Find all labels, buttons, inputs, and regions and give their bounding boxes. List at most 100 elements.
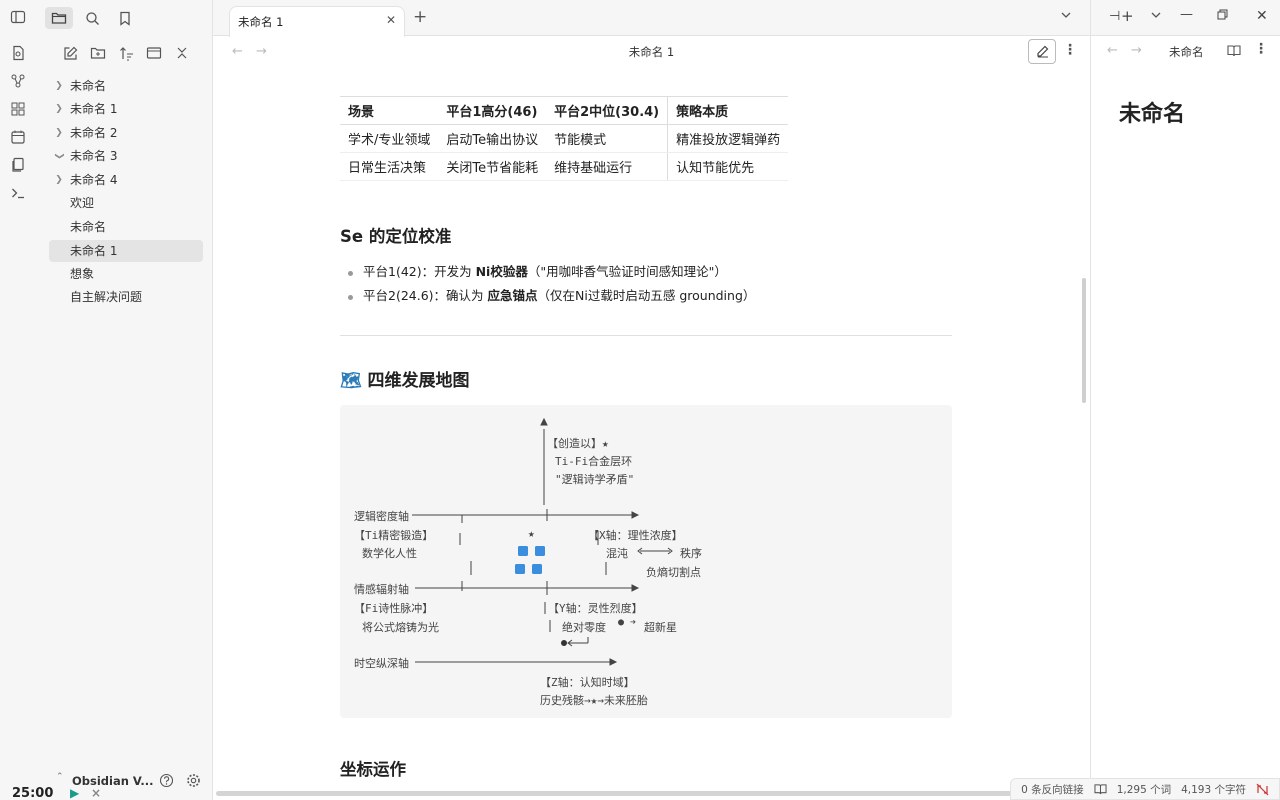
diagram-text: 将公式熔铸为光 [362,621,439,634]
strategy-table: 场景 平台1高分(46) 平台2中位(30.4) 策略本质 学术/专业领域 启动… [340,96,789,181]
auto-reveal-icon[interactable] [140,42,168,64]
diagram-text: 历史残骸→★→未来胚胎 [540,694,648,707]
bookmarks-tab-icon[interactable] [111,7,139,29]
diagram-text: 情感辐射轴 [354,583,409,596]
diagram-text: 混沌 [606,547,628,560]
diagram-text: 【Ti精密锻造】 [354,529,434,542]
diagram-star: ★ [528,527,535,540]
sync-off-icon[interactable] [1256,783,1269,796]
diagram-text: 数学化人性 [362,547,417,560]
tree-folder-0[interactable]: ❯ 未命名 [49,75,203,97]
sidebar-toggle-icon[interactable] [9,8,27,26]
pomodoro-time: 25:00 [12,786,54,800]
reset-icon[interactable]: × [91,786,101,800]
right-pane-title[interactable]: 未命名 [1169,44,1204,60]
more-options-icon[interactable]: ⋮ [1063,42,1077,58]
word-count: 1,295 个词 [1116,783,1172,796]
diagram-text: 负熵切割点 [646,566,701,579]
table-header-cell: 场景 [340,96,439,125]
table-header-cell: 平台2中位(30.4) [546,96,668,125]
editor-pane: ← → 未命名 1 ⋮ 场景 平台1高分(46) 平台2中位(30.4) 策略本… [213,37,1090,800]
terminal-icon[interactable] [9,184,27,202]
add-pane-plus-icon[interactable]: + [1121,7,1134,25]
tree-folder-4[interactable]: ❯ 未命名 4 [49,169,203,191]
canvas-icon[interactable] [9,100,27,118]
vault-chevron-icon[interactable]: ⌃ [56,772,64,782]
diagram-text: 【Y轴：灵性烈度】 [548,602,643,615]
tree-file-imagine[interactable]: 想象 [49,263,203,285]
open-quick-switcher-icon[interactable] [9,44,27,62]
backlinks-count[interactable]: 0 条反向链接 [1021,782,1084,797]
help-icon[interactable] [159,773,174,788]
right-more-options-icon[interactable]: ⋮ [1254,41,1268,57]
table-cell: 日常生活决策 [340,152,439,181]
window-controls-bar: ⊣ + — ✕ [1091,0,1280,36]
table-header-cell: 平台1高分(46) [438,96,547,125]
table-cell: 认知节能优先 [667,152,789,181]
editor-vertical-scrollbar[interactable] [1082,278,1086,403]
new-tab-plus-icon[interactable]: + [413,7,427,27]
right-back-arrow-icon[interactable]: ← [1107,43,1118,58]
left-ribbon [0,0,37,800]
tab-bar: 未命名 1 ✕ + [213,0,1090,37]
play-icon[interactable]: ▶ [70,786,79,800]
tree-folder-2[interactable]: ❯ 未命名 2 [49,122,203,144]
status-bar: 0 条反向链接 1,295 个词 4,193 个字符 [1010,778,1280,800]
tree-folder-3[interactable]: ❯ 未命名 3 [49,145,203,167]
tab-list-chevron-down-icon[interactable] [1060,9,1072,21]
horizontal-rule [340,335,952,336]
collapse-all-icon[interactable] [168,42,196,64]
table-row: 学术/专业领域 启动Te输出协议 节能模式 精准投放逻辑弹药 [340,124,789,153]
diagram-text: 超新星 [644,621,677,634]
tree-file-untitled-1[interactable]: 未命名 1 [49,240,203,262]
table-cell: 学术/专业领域 [340,124,439,153]
chevron-down-icon: ❯ [54,152,64,160]
code-block-diagram: 【创造以】★ Ti-Fi合金层环 "逻辑诗学矛盾" 逻辑密度轴 【Ti精密锻造】… [340,405,952,718]
new-note-icon[interactable] [56,42,84,64]
diagram-text: 秩序 [680,547,702,560]
minimize-window-icon[interactable]: — [1180,7,1193,22]
table-row: 日常生活决策 关闭Te节省能耗 维持基础运行 认知节能优先 [340,152,789,181]
diagram-text: 时空纵深轴 [354,657,409,670]
close-tab-icon[interactable]: ✕ [386,13,396,27]
sidebar-tab-header [37,0,213,36]
diagram-dot-arrow: ● ➔ [618,617,637,628]
table-header-cell: 策略本质 [667,96,789,125]
chevron-right-icon: ❯ [55,175,63,185]
table-cell: 关闭Te节省能耗 [438,152,547,181]
new-folder-icon[interactable] [84,42,112,64]
calendar-icon[interactable] [9,128,27,146]
table-cell: 启动Te输出协议 [438,124,547,153]
map-emoji-icon: 🗺 [340,371,362,391]
chevron-right-icon: ❯ [55,81,63,91]
reading-view-book-icon[interactable] [1227,44,1241,57]
right-forward-arrow-icon[interactable]: → [1131,43,1142,58]
settings-gear-icon[interactable] [186,773,201,788]
edit-mode-pencil-icon[interactable] [1028,39,1056,64]
files-tab-folder-icon[interactable] [45,7,73,29]
list-item: 平台2(24.6)：确认为 应急锚点（仅在Ni过载时启动五感 grounding… [348,285,755,309]
close-window-icon[interactable]: ✕ [1256,8,1268,24]
file-explorer-toolbar [37,42,213,66]
tab-active[interactable]: 未命名 1 ✕ [229,6,405,37]
tree-file-untitled[interactable]: 未命名 [49,216,203,238]
search-tab-icon[interactable] [78,7,106,29]
diagram-text: 【X轴：理性浓度】 [588,529,683,542]
tree-file-self-solve[interactable]: 自主解决问题 [49,286,203,308]
right-sidebar-toggle-icon[interactable]: ⊣ [1109,9,1120,24]
templates-icon[interactable] [9,156,27,174]
pane-list-chevron-down-icon[interactable] [1150,9,1162,21]
tree-folder-1[interactable]: ❯ 未命名 1 [49,98,203,120]
tree-file-welcome[interactable]: 欢迎 [49,192,203,214]
diagram-text: 【Fi诗性脉冲】 [354,602,434,615]
diagram-text: Ti-Fi合金层环 [555,455,633,468]
right-sidebar: ⊣ + — ✕ ← → 未命名 ⋮ 未命名 [1090,0,1280,800]
reading-mode-book-icon[interactable] [1094,783,1107,795]
editor-horizontal-scrollbar[interactable] [216,791,1026,796]
restore-window-icon[interactable] [1217,9,1228,20]
sort-order-icon[interactable] [112,42,140,64]
editor-title[interactable]: 未命名 1 [213,44,1090,60]
diagram-text: 【Z轴：认知时域】 [540,676,635,689]
graph-view-icon[interactable] [9,72,27,90]
diagram-lines [412,417,673,666]
